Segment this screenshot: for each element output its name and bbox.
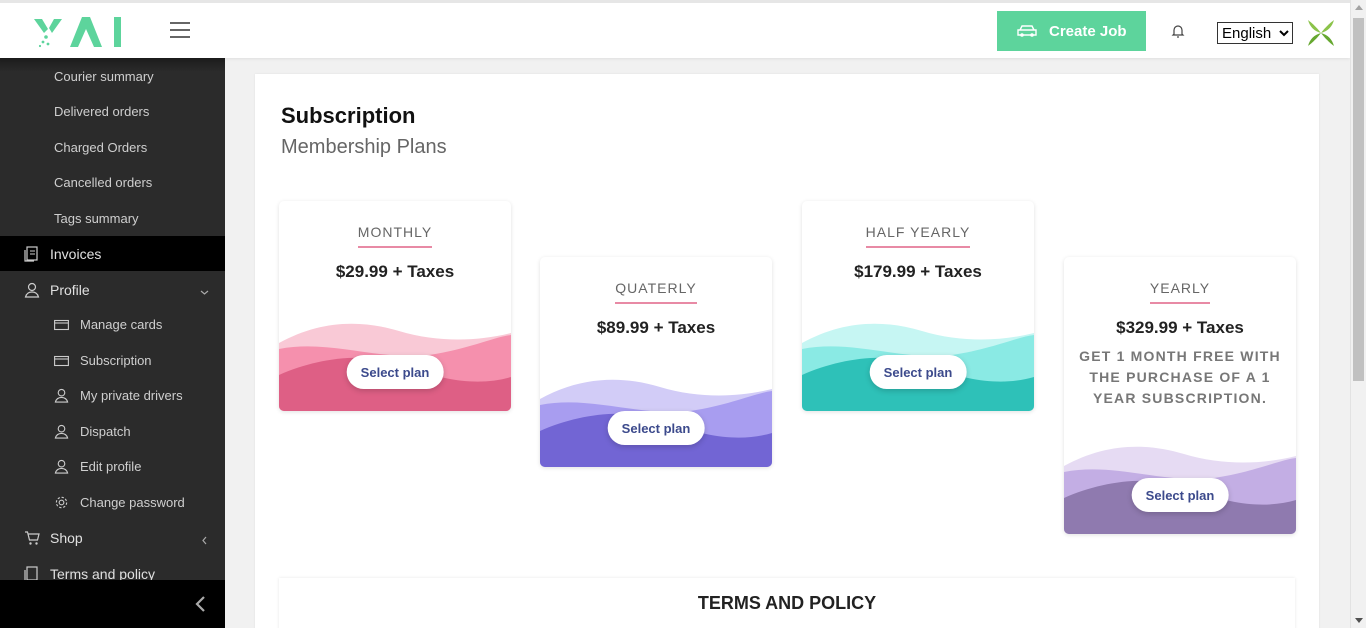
sidebar-item-dispatch[interactable]: Dispatch	[0, 414, 225, 449]
invoice-icon	[24, 245, 42, 262]
user-icon	[24, 282, 42, 298]
plan-name: QUATERLY	[615, 280, 697, 304]
select-plan-button[interactable]: Select plan	[607, 411, 705, 445]
chevron-down-icon	[200, 284, 209, 300]
sidebar-item-charged-orders[interactable]: Charged Orders	[0, 130, 225, 165]
sidebar-item-cancelled-orders[interactable]: Cancelled orders	[0, 165, 225, 200]
menu-toggle-icon[interactable]	[170, 22, 190, 40]
plan-price: $89.99 + Taxes	[596, 318, 716, 337]
collapse-sidebar-chevron-icon[interactable]	[193, 594, 209, 614]
sidebar-item-subscription[interactable]: Subscription	[0, 343, 225, 378]
sidebar-item-edit-profile[interactable]: Edit profile	[0, 449, 225, 484]
sidebar-item-label: Shop	[50, 529, 83, 546]
plan-card-quarterly: QUATERLY $89.99 + Taxes Select plan	[540, 257, 772, 467]
sidebar-item-label: Profile	[50, 281, 90, 298]
gear-icon	[54, 495, 70, 510]
plan-card-monthly: MONTHLY $29.99 + Taxes Select plan	[279, 201, 511, 411]
sidebar-item-label: Change password	[80, 495, 185, 510]
sidebar-item-shop[interactable]: Shop	[0, 520, 225, 555]
plan-card-half-yearly: HALF YEARLY $179.99 + Taxes Select plan	[802, 201, 1034, 411]
terms-title: TERMS AND POLICY	[697, 593, 877, 613]
plan-promo-note: GET 1 MONTH FREE WITH THE PURCHASE OF A …	[1079, 348, 1281, 406]
sidebar-item-profile[interactable]: Profile	[0, 272, 225, 307]
sidebar-item-courier-summary[interactable]: Courier summary	[0, 59, 225, 94]
user-icon	[54, 459, 70, 474]
plan-card-yearly: YEARLY $329.99 + Taxes GET 1 MONTH FREE …	[1064, 257, 1296, 534]
user-icon	[54, 424, 70, 439]
plan-name: HALF YEARLY	[865, 224, 971, 248]
sidebar-item-label: Invoices	[50, 245, 102, 262]
yai-logo[interactable]	[32, 15, 124, 49]
select-plan-button[interactable]: Select plan	[1131, 478, 1229, 512]
sidebar-item-label: Dispatch	[80, 424, 131, 439]
plan-price: $179.99 + Taxes	[854, 262, 982, 281]
page-subtitle: Membership Plans	[281, 136, 447, 158]
select-plan-button[interactable]: Select plan	[869, 355, 967, 389]
plan-name: YEARLY	[1149, 280, 1211, 304]
sidebar-item-label: Courier summary	[54, 69, 154, 84]
credit-card-icon	[54, 355, 70, 367]
credit-card-icon	[54, 319, 70, 331]
sidebar: Courier summary Delivered orders Charged…	[0, 58, 225, 628]
sidebar-item-label: Manage cards	[80, 317, 163, 332]
page-title: Subscription	[281, 103, 416, 128]
chevron-left-icon	[200, 532, 209, 548]
sidebar-item-delivered-orders[interactable]: Delivered orders	[0, 94, 225, 129]
notification-bell-icon[interactable]	[1170, 22, 1186, 40]
car-icon	[1017, 24, 1037, 38]
sidebar-item-label: Subscription	[80, 353, 152, 368]
sidebar-item-change-password[interactable]: Change password	[0, 485, 225, 520]
page-scrollbar[interactable]	[1350, 0, 1366, 628]
sidebar-item-label: Edit profile	[80, 459, 142, 474]
sidebar-item-manage-cards[interactable]: Manage cards	[0, 307, 225, 342]
sidebar-item-label: Delivered orders	[54, 104, 150, 119]
plan-price: $29.99 + Taxes	[335, 262, 455, 281]
user-icon	[54, 388, 70, 403]
create-job-label: Create Job	[1049, 22, 1127, 40]
language-select[interactable]: English	[1217, 22, 1293, 44]
sidebar-item-label: Tags summary	[54, 211, 139, 226]
shopping-cart-icon	[24, 530, 42, 546]
sidebar-collapse-bar	[0, 580, 225, 628]
plan-price: $329.99 + Taxes	[1116, 318, 1244, 337]
sidebar-item-label: Charged Orders	[54, 140, 148, 155]
sidebar-item-my-private-drivers[interactable]: My private drivers	[0, 378, 225, 413]
plan-name: MONTHLY	[357, 224, 433, 248]
scroll-up-arrow-icon[interactable]	[1355, 5, 1363, 10]
terms-and-policy-section: TERMS AND POLICY	[279, 578, 1295, 628]
sidebar-item-label: My private drivers	[80, 388, 183, 403]
sidebar-item-tags-summary[interactable]: Tags summary	[0, 201, 225, 236]
scroll-down-arrow-icon[interactable]	[1355, 618, 1363, 623]
scrollbar-thumb[interactable]	[1353, 18, 1364, 381]
sidebar-item-invoices[interactable]: Invoices	[0, 236, 225, 271]
create-job-button[interactable]: Create Job	[997, 11, 1146, 51]
select-plan-button[interactable]: Select plan	[346, 355, 444, 389]
sidebar-item-label: Cancelled orders	[54, 175, 153, 190]
top-header: Create Job English	[0, 0, 1350, 58]
user-avatar-icon[interactable]	[1306, 18, 1336, 48]
